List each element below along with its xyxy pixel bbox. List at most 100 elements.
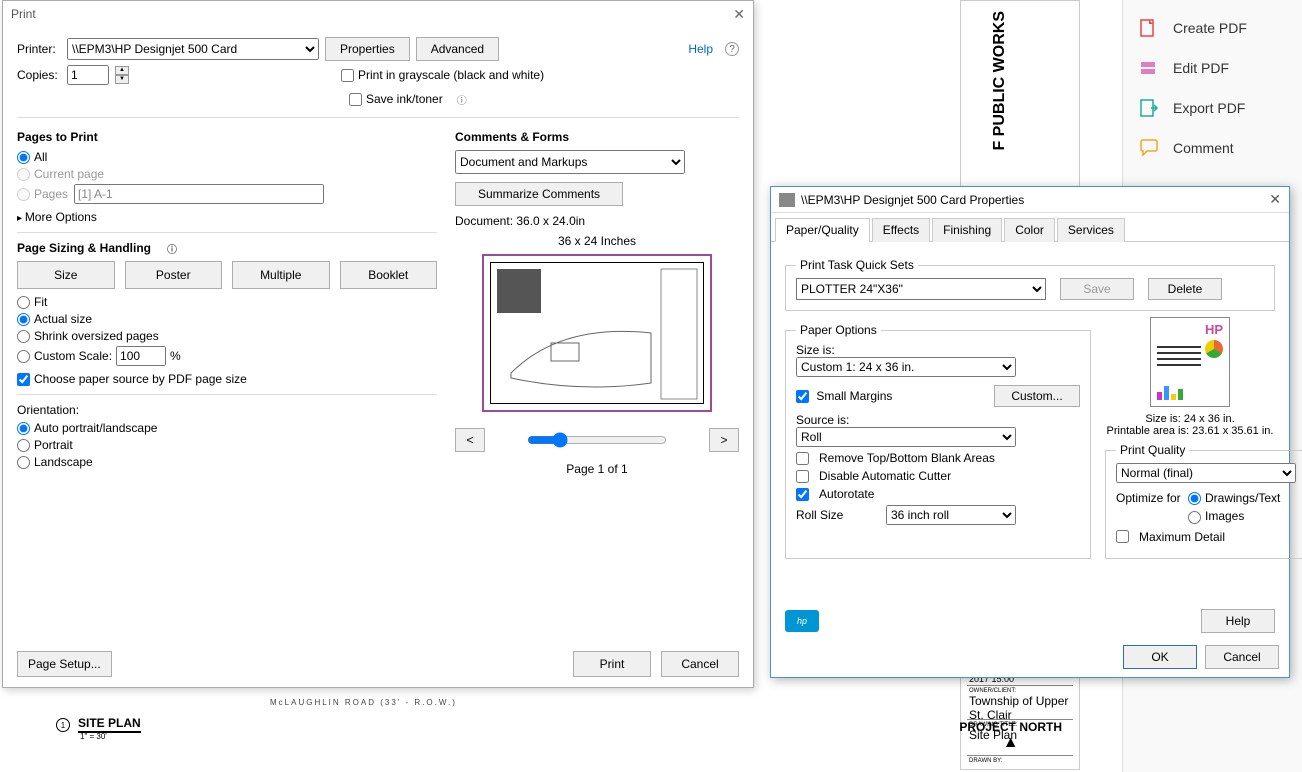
print-preview [482,254,712,412]
info-icon[interactable]: ⓘ [455,92,469,106]
detail-number: 1 [56,718,70,732]
summarize-comments-button[interactable]: Summarize Comments [455,182,623,206]
landscape-radio[interactable]: Landscape [17,455,437,469]
prev-page-button[interactable]: < [455,428,485,452]
tool-comment[interactable]: Comment [1123,128,1302,168]
help-button[interactable]: Help [1201,609,1275,633]
fit-radio[interactable]: Fit [17,295,437,309]
optimize-images-radio[interactable]: Images [1188,509,1244,523]
tab-finishing[interactable]: Finishing [932,218,1002,242]
comments-forms-heading: Comments & Forms [455,130,739,144]
grayscale-checkbox[interactable]: Print in grayscale (black and white) [341,68,544,82]
pages-range-radio[interactable]: Pages [17,184,437,204]
quick-sets-legend: Print Task Quick Sets [796,258,918,272]
tab-effects[interactable]: Effects [872,218,930,242]
page-sizing-heading: Page Sizing & Handling [17,241,151,255]
printer-properties-dialog: \\EPM3\HP Designjet 500 Card Properties … [770,186,1290,678]
save-ink-checkbox[interactable]: Save ink/toner [349,92,443,106]
help-link[interactable]: Help [688,42,713,56]
tab-color[interactable]: Color [1004,218,1055,242]
optimize-drawings-radio[interactable]: Drawings/Text [1188,491,1280,505]
close-icon[interactable]: ✕ [733,6,745,23]
orientation-heading: Orientation: [17,403,437,417]
print-dialog-titlebar: Print ✕ [3,1,753,27]
help-icon[interactable]: ? [725,42,739,56]
tool-edit-pdf[interactable]: Edit PDF [1123,48,1302,88]
custom-size-button[interactable]: Custom... [994,385,1080,407]
export-pdf-icon [1139,98,1159,118]
page-setup-button[interactable]: Page Setup... [17,651,112,677]
preview-zoom-slider[interactable] [527,432,667,448]
paper-source-select[interactable]: Roll [796,427,1016,447]
pages-all-radio[interactable]: All [17,150,437,164]
cancel-button[interactable]: Cancel [1205,645,1279,669]
pages-to-print-heading: Pages to Print [17,130,437,144]
hp-logo-icon: hp [785,610,819,632]
roll-size-label: Roll Size [796,508,880,522]
save-quickset-button[interactable]: Save [1060,278,1134,300]
tool-label: Create PDF [1173,20,1247,36]
pages-current-radio[interactable]: Current page [17,167,437,181]
pages-range-input[interactable] [74,184,324,204]
properties-button[interactable]: Properties [325,37,410,61]
create-pdf-icon [1139,18,1159,38]
tab-services[interactable]: Services [1057,218,1125,242]
quick-sets-group: Print Task Quick Sets PLOTTER 24"X36" Sa… [785,258,1275,311]
custom-scale-radio[interactable]: Custom Scale:% [17,346,437,366]
cancel-button[interactable]: Cancel [661,651,739,677]
source-is-label: Source is: [796,413,1080,427]
print-button[interactable]: Print [573,651,651,677]
drawing-name: SITE PLAN [78,716,141,733]
auto-orient-radio[interactable]: Auto portrait/landscape [17,421,437,435]
autorotate-checkbox[interactable]: Autorotate [796,487,1080,501]
titleblock-vertical-text: F PUBLIC WORKS [991,11,1009,151]
close-icon[interactable]: ✕ [1269,191,1281,208]
size-button[interactable]: Size [17,261,115,289]
north-arrow-icon: ▲ [959,734,1062,752]
project-north-label: PROJECT NORTH▲ [959,720,1062,752]
roll-size-select[interactable]: 36 inch roll [886,505,1016,525]
copies-input[interactable] [67,65,109,85]
drawing-footer: McLAUGHLIN ROAD (33' - R.O.W.) 1 SITE PL… [20,688,1062,768]
tab-paper-quality[interactable]: Paper/Quality [775,218,870,242]
booklet-button[interactable]: Booklet [340,261,438,289]
multiple-button[interactable]: Multiple [232,261,330,289]
paper-options-group: Paper Options Size is: Custom 1: 24 x 36… [785,323,1091,559]
quick-sets-select[interactable]: PLOTTER 24"X36" [796,278,1046,300]
comment-icon [1139,138,1159,158]
small-margins-checkbox[interactable]: Small Margins [796,389,892,403]
copies-label: Copies: [17,68,61,82]
shrink-radio[interactable]: Shrink oversized pages [17,329,437,343]
ok-button[interactable]: OK [1123,645,1197,669]
remove-blank-checkbox[interactable]: Remove Top/Bottom Blank Areas [796,451,1080,465]
advanced-button[interactable]: Advanced [416,37,499,61]
properties-tabs: Paper/Quality Effects Finishing Color Se… [771,213,1289,242]
delete-quickset-button[interactable]: Delete [1148,278,1222,300]
info-icon[interactable]: ⓘ [165,241,179,255]
copies-spinner[interactable]: ▲▼ [115,66,129,84]
poster-button[interactable]: Poster [125,261,223,289]
print-quality-legend: Print Quality [1116,443,1189,457]
print-quality-select[interactable]: Normal (final) [1116,463,1296,483]
portrait-radio[interactable]: Portrait [17,438,437,452]
tool-export-pdf[interactable]: Export PDF [1123,88,1302,128]
properties-title: \\EPM3\HP Designjet 500 Card Properties [801,193,1024,207]
paper-options-legend: Paper Options [796,323,881,337]
comments-forms-select[interactable]: Document and Markups [455,150,685,174]
next-page-button[interactable]: > [709,428,739,452]
printer-label: Printer: [17,42,61,56]
paper-size-select[interactable]: Custom 1: 24 x 36 in. [796,357,1016,377]
document-dimensions: Document: 36.0 x 24.0in [455,214,739,228]
tool-create-pdf[interactable]: Create PDF [1123,8,1302,48]
disable-cutter-checkbox[interactable]: Disable Automatic Cutter [796,469,1080,483]
preview-caption: 36 x 24 Inches [455,234,739,248]
preview-printable-text: Printable area is: 23.61 x 35.61 in. [1105,425,1275,437]
custom-scale-input[interactable] [116,346,166,366]
actual-size-radio[interactable]: Actual size [17,312,437,326]
more-options-toggle[interactable]: More Options [17,210,437,224]
preview-thumbnail-icon [491,263,703,403]
tool-label: Comment [1173,140,1234,156]
choose-paper-checkbox[interactable]: Choose paper source by PDF page size [17,372,437,386]
printer-select[interactable]: \\EPM3\HP Designjet 500 Card [67,38,319,60]
max-detail-checkbox[interactable]: Maximum Detail [1116,530,1296,544]
